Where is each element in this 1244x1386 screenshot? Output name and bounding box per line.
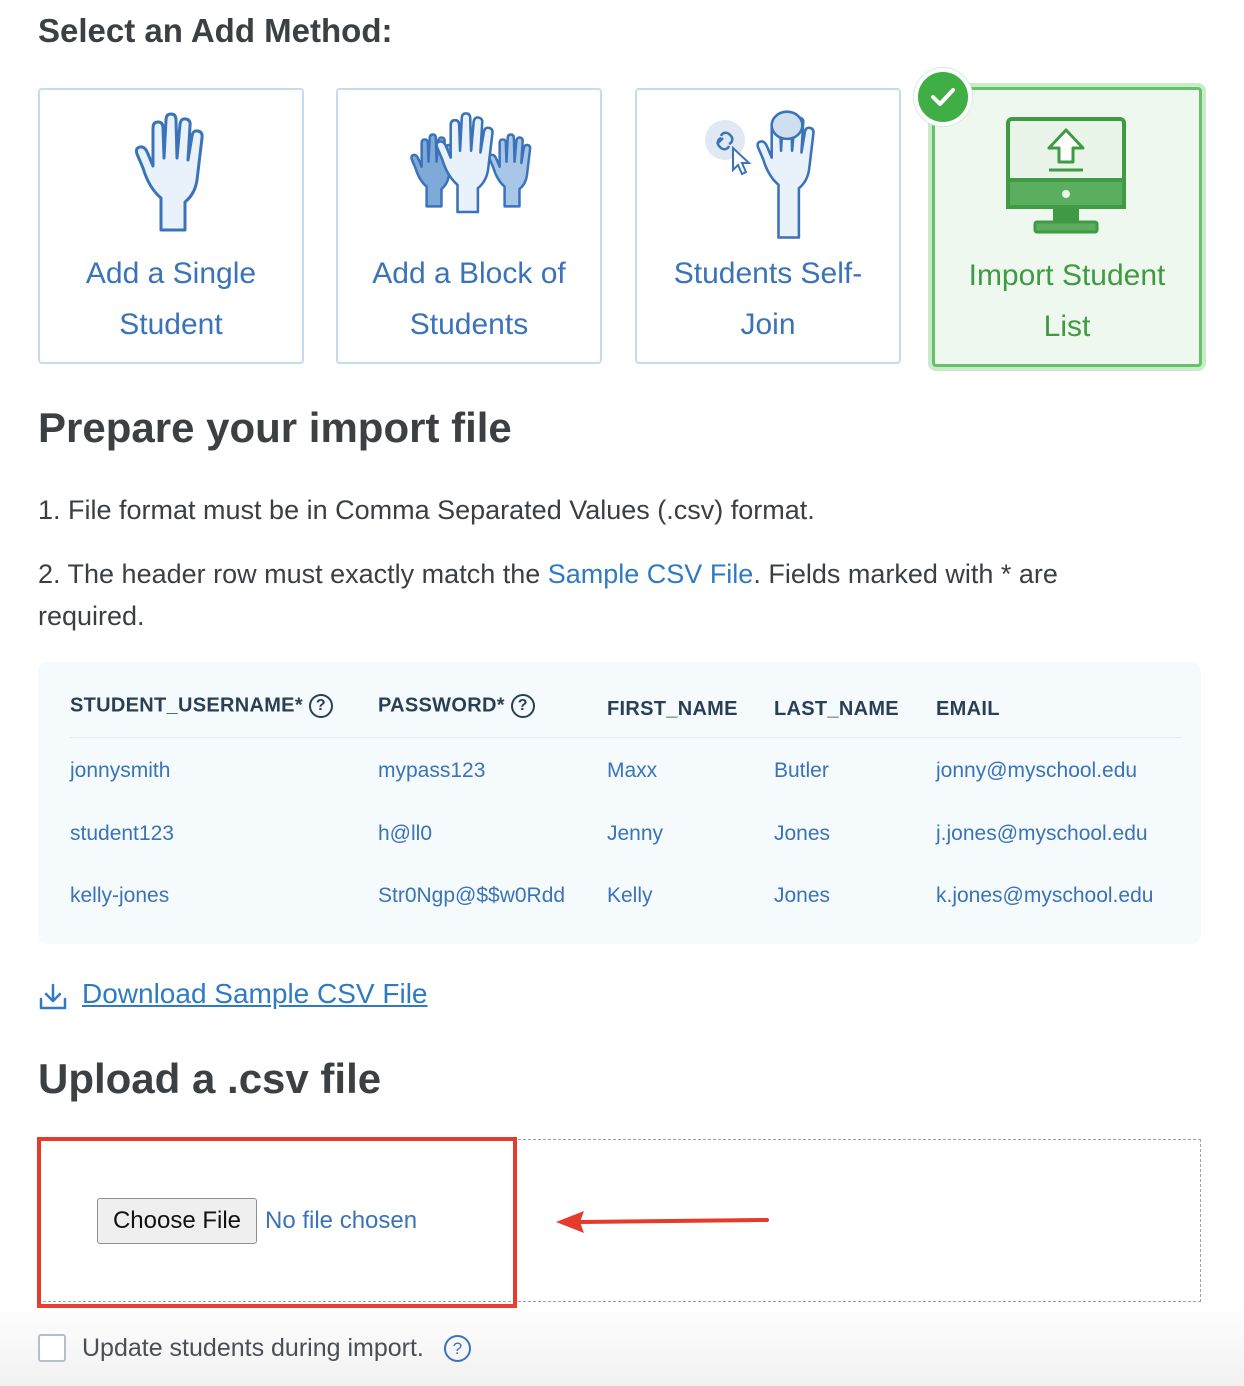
cell-first-name: Maxx bbox=[607, 759, 658, 782]
update-students-checkbox[interactable] bbox=[38, 1334, 66, 1362]
single-hand-icon bbox=[40, 110, 302, 240]
step-2-suffix-line2: required. bbox=[38, 601, 145, 631]
cell-first-name: Kelly bbox=[607, 884, 653, 907]
add-block-students-card[interactable]: Add a Block of Students bbox=[336, 88, 602, 364]
card-label: Import Student List bbox=[968, 259, 1166, 343]
students-self-join-card[interactable]: Students Self- Join bbox=[635, 88, 901, 364]
card-label: Add a Block of Students bbox=[372, 257, 566, 341]
step-2-prefix: 2. The header row must exactly match the bbox=[38, 559, 548, 589]
card-label: Add a Single Student bbox=[85, 257, 257, 341]
header-first-name: FIRST_NAME bbox=[607, 698, 738, 720]
cell-last-name: Butler bbox=[774, 759, 829, 782]
step-1-text: 1. File format must be in Comma Separate… bbox=[38, 495, 815, 525]
import-student-list-card[interactable]: Import Student List bbox=[932, 87, 1202, 367]
download-sample-csv-link[interactable]: Download Sample CSV File bbox=[82, 978, 428, 1010]
download-icon[interactable] bbox=[38, 983, 68, 1016]
help-icon[interactable]: ? bbox=[308, 694, 333, 718]
step-2-suffix: . Fields marked with * are bbox=[753, 559, 1058, 589]
prepare-heading: Prepare your import file bbox=[38, 404, 512, 451]
cell-username: student123 bbox=[70, 822, 174, 845]
annotation-arrow-icon bbox=[556, 1211, 769, 1233]
monitor-upload-icon bbox=[935, 116, 1199, 246]
help-icon[interactable]: ? bbox=[444, 1335, 471, 1362]
cell-email: k.jones@myschool.edu bbox=[936, 884, 1154, 907]
select-method-title: Select an Add Method: bbox=[38, 12, 393, 49]
header-password: PASSWORD*? bbox=[378, 694, 535, 718]
update-students-label: Update students during import. bbox=[82, 1334, 424, 1362]
header-email: EMAIL bbox=[936, 698, 1000, 720]
upload-heading: Upload a .csv file bbox=[38, 1055, 382, 1102]
cell-username: jonnysmith bbox=[70, 759, 171, 782]
header-last-name: LAST_NAME bbox=[774, 698, 899, 720]
cell-first-name: Jenny bbox=[607, 822, 664, 845]
step-2-text: 2. The header row must exactly match the… bbox=[38, 553, 1198, 637]
multiple-hands-icon bbox=[338, 110, 600, 240]
highlight-box bbox=[37, 1137, 517, 1308]
cell-last-name: Jones bbox=[774, 822, 831, 845]
cell-email: jonny@myschool.edu bbox=[936, 759, 1138, 782]
help-icon[interactable]: ? bbox=[510, 694, 535, 718]
self-join-icon bbox=[637, 110, 899, 240]
checkmark-icon bbox=[914, 68, 972, 126]
cell-password: Str0Ngp@$$w0Rdd bbox=[378, 884, 566, 907]
cell-password: mypass123 bbox=[378, 759, 486, 782]
add-single-student-card[interactable]: Add a Single Student bbox=[38, 88, 304, 364]
sample-csv-link[interactable]: Sample CSV File bbox=[548, 559, 754, 589]
card-label: Students Self- Join bbox=[673, 257, 863, 341]
cell-last-name: Jones bbox=[774, 884, 831, 907]
header-student-username: STUDENT_USERNAME*? bbox=[70, 694, 333, 718]
table-divider bbox=[70, 737, 1182, 738]
cell-password: h@ll0 bbox=[378, 822, 433, 845]
cell-email: j.jones@myschool.edu bbox=[936, 822, 1148, 845]
cell-username: kelly-jones bbox=[70, 884, 170, 907]
